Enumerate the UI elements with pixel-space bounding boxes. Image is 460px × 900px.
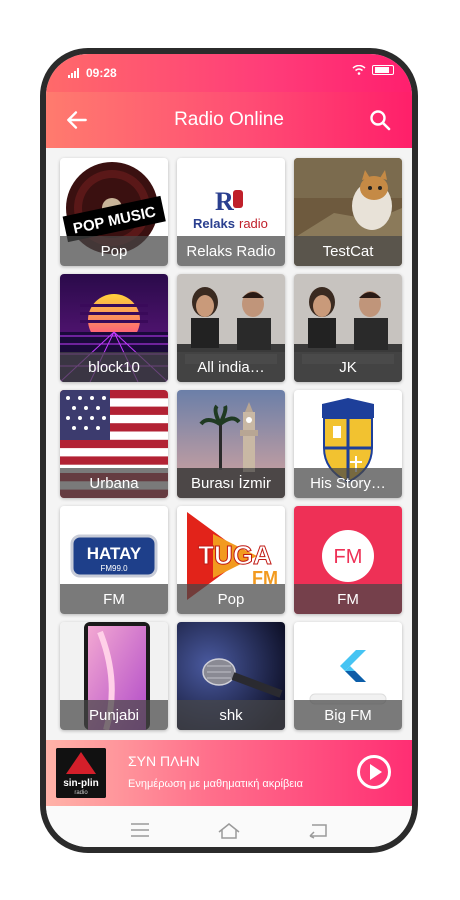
station-name: Punjabi <box>60 700 168 730</box>
menu-icon[interactable] <box>128 820 152 840</box>
search-icon[interactable] <box>368 108 392 132</box>
now-playing-bar[interactable]: sin-plin radio ΣΥΝ ΠΛΗΝ Ενημέρωση με μαθ… <box>46 740 412 806</box>
page-title: Radio Online <box>174 109 284 130</box>
station-tile[interactable]: TestCat <box>294 158 402 266</box>
station-tile[interactable]: POP MUSIC Pop <box>60 158 168 266</box>
logo-subtext: radio <box>74 790 88 796</box>
svg-text:R: R <box>215 187 234 216</box>
station-name: JK <box>294 352 402 382</box>
station-name: All india… <box>177 352 285 382</box>
station-tile[interactable]: His Story… <box>294 390 402 498</box>
now-playing-title: ΣΥΝ ΠΛΗΝ <box>128 753 200 769</box>
fm-art-text: FM <box>334 546 363 568</box>
back-nav-icon[interactable] <box>306 820 330 840</box>
station-name: Pop <box>60 236 168 266</box>
sin-plin-logo-icon: sin-plin radio <box>56 748 106 798</box>
station-name: TestCat <box>294 236 402 266</box>
station-tile[interactable]: Urbana <box>60 390 168 498</box>
station-tile[interactable]: All india… <box>177 274 285 382</box>
station-tile[interactable]: Burası İzmir <box>177 390 285 498</box>
status-bar: 09:28 <box>46 54 412 92</box>
station-tile[interactable]: HATAY FM99.0 FM <box>60 506 168 614</box>
radio-art-text: radio <box>239 216 268 231</box>
station-tile[interactable]: JK <box>294 274 402 382</box>
station-grid: POP MUSIC Pop R Relaks radio Relaks Radi… <box>60 158 402 730</box>
station-tile[interactable]: TUGA FM Pop <box>177 506 285 614</box>
station-name: Relaks Radio <box>177 236 285 266</box>
now-playing-subtitle: Ενημέρωση με μαθηματική ακρίβεια <box>128 778 303 790</box>
phone-frame: 09:28 Radio Online POP MUSIC Pop R Relak… <box>40 48 418 853</box>
wifi-icon <box>352 65 366 75</box>
station-tile[interactable]: Big FM <box>294 622 402 730</box>
logo-text: sin-plin <box>63 778 99 789</box>
battery-icon <box>372 65 394 75</box>
tuga-art-text: TUGA <box>198 540 272 570</box>
station-name: Burası İzmir <box>177 468 285 498</box>
status-time: 09:28 <box>86 66 117 80</box>
station-logo: sin-plin radio <box>56 748 106 798</box>
station-name: block10 <box>60 352 168 382</box>
station-tile[interactable]: FM FM <box>294 506 402 614</box>
relaks-art-text: Relaks <box>193 216 235 231</box>
station-name: FM <box>294 584 402 614</box>
station-tile[interactable]: R Relaks radio Relaks Radio <box>177 158 285 266</box>
station-tile[interactable]: shk <box>177 622 285 730</box>
station-name: Urbana <box>60 468 168 498</box>
signal-icon <box>68 68 79 78</box>
system-nav-bar <box>46 806 412 847</box>
hatay-freq-art-text: FM99.0 <box>100 564 128 573</box>
station-name: FM <box>60 584 168 614</box>
station-tile[interactable]: Punjabi <box>60 622 168 730</box>
play-circle-icon[interactable] <box>356 754 392 790</box>
station-tile[interactable]: block10 <box>60 274 168 382</box>
hatay-art-text: HATAY <box>87 544 142 563</box>
station-name: shk <box>177 700 285 730</box>
station-name: Pop <box>177 584 285 614</box>
home-icon[interactable] <box>217 820 241 840</box>
station-name: Big FM <box>294 700 402 730</box>
station-name: His Story… <box>294 468 402 498</box>
app-bar: Radio Online <box>46 92 412 148</box>
